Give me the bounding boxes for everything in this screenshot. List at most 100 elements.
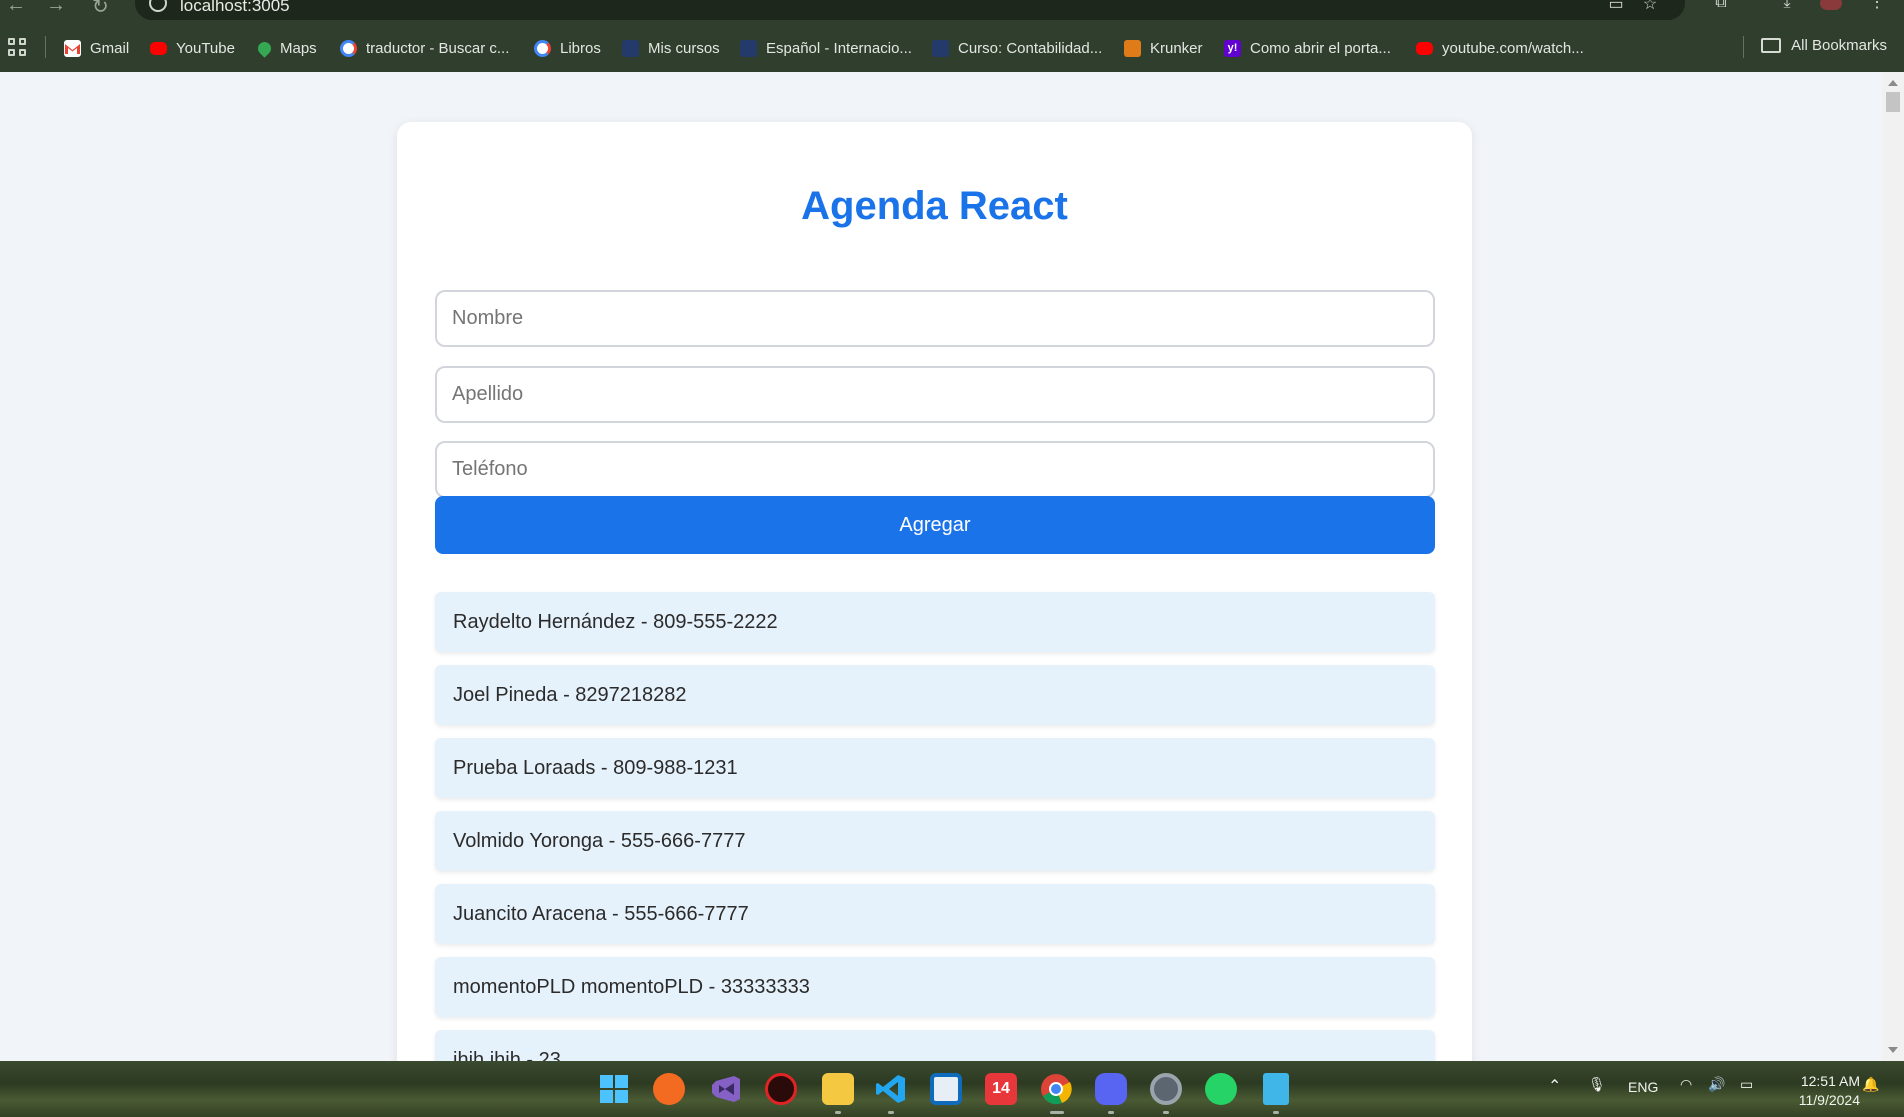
- bookmark-label: traductor - Buscar c...: [366, 39, 510, 57]
- windows-taskbar: 14 ⌃ 🎙 ENG ◠ 🔊 ▭ 12:51 AM 11/9/2024 🔔: [0, 1061, 1904, 1117]
- bookmark-maps[interactable]: Maps: [255, 37, 317, 59]
- notepad-icon[interactable]: [1263, 1073, 1289, 1105]
- course-site-icon: [740, 39, 757, 57]
- bookmark-label: Krunker: [1150, 39, 1203, 57]
- scroll-down-arrow-icon[interactable]: [1888, 1047, 1898, 1053]
- volume-icon[interactable]: 🔊: [1708, 1076, 1725, 1093]
- notification-bell-icon[interactable]: 🔔: [1862, 1076, 1879, 1093]
- bookmark-krunker[interactable]: Krunker: [1124, 37, 1203, 59]
- discord-icon[interactable]: [1095, 1073, 1127, 1105]
- page-scrollbar[interactable]: [1882, 72, 1904, 1061]
- bookmark-label: YouTube: [176, 39, 235, 57]
- agregar-button[interactable]: Agregar: [435, 496, 1435, 554]
- all-bookmarks-label: All Bookmarks: [1791, 37, 1887, 54]
- contact-item: momentoPLD momentoPLD - 33333333: [435, 957, 1435, 1017]
- scroll-thumb[interactable]: [1886, 92, 1900, 112]
- active-indicator: [1050, 1111, 1064, 1114]
- brave-icon[interactable]: [653, 1073, 685, 1105]
- chevron-up-icon[interactable]: ⌃: [1548, 1076, 1561, 1096]
- running-indicator: [1108, 1111, 1114, 1114]
- google-icon: [534, 39, 551, 57]
- bookmark-label: Curso: Contabilidad...: [958, 39, 1103, 57]
- chrome-icon[interactable]: [1040, 1073, 1072, 1105]
- running-indicator: [1163, 1111, 1169, 1114]
- telefono-input[interactable]: [435, 441, 1435, 498]
- visual-studio-icon[interactable]: [710, 1073, 742, 1105]
- back-icon[interactable]: ←: [6, 0, 26, 17]
- site-info-icon[interactable]: [149, 0, 167, 12]
- store-icon[interactable]: [930, 1073, 962, 1105]
- folder-icon: [1761, 38, 1782, 53]
- calendar-badge-icon[interactable]: 14: [985, 1073, 1017, 1105]
- install-app-icon[interactable]: ▭: [1605, 0, 1627, 13]
- bookmark-label: Gmail: [90, 39, 130, 57]
- extensions-icon[interactable]: ⧉: [1710, 0, 1732, 11]
- course-site-icon: [932, 39, 949, 57]
- bookmark-label: Libros: [560, 39, 601, 57]
- bookmark-libros[interactable]: Libros: [534, 37, 601, 59]
- bookmark-label: Mis cursos: [648, 39, 720, 57]
- bookmark-yahoo[interactable]: y! Como abrir el porta...: [1224, 37, 1391, 59]
- gmail-icon: [64, 39, 81, 57]
- bookmarks-divider: [1743, 36, 1744, 58]
- bookmark-youtube-watch[interactable]: youtube.com/watch...: [1416, 37, 1584, 59]
- nombre-input[interactable]: [435, 290, 1435, 347]
- contact-item: Juancito Aracena - 555-666-7777: [435, 884, 1435, 944]
- bookmark-label: Maps: [280, 39, 317, 57]
- page-title: Agenda React: [801, 184, 1068, 228]
- bookmarks-divider: [45, 36, 46, 58]
- clock-time: 12:51 AM: [1800, 1073, 1860, 1089]
- windows-start-icon[interactable]: [598, 1073, 630, 1105]
- vscode-icon[interactable]: [875, 1073, 907, 1105]
- reload-icon[interactable]: ↻: [92, 0, 109, 19]
- contact-item: ihih ihih - 23: [435, 1030, 1435, 1061]
- youtube-icon: [1416, 41, 1433, 55]
- scroll-up-arrow-icon[interactable]: [1888, 80, 1898, 86]
- running-indicator: [888, 1111, 894, 1114]
- system-clock[interactable]: 12:51 AM 11/9/2024: [1776, 1072, 1860, 1110]
- apps-grid-icon[interactable]: [8, 38, 28, 58]
- maps-pin-icon: [255, 38, 274, 58]
- file-explorer-icon[interactable]: [822, 1073, 854, 1105]
- browser-toolbar: ← → ↻ localhost:3005 ▭ ☆ ⧉ ⤓ ⋮: [0, 0, 1904, 24]
- wifi-icon[interactable]: ◠: [1680, 1076, 1692, 1093]
- contact-item: Prueba Loraads - 809-988-1231: [435, 738, 1435, 798]
- bookmark-gmail[interactable]: Gmail: [64, 37, 129, 59]
- address-text[interactable]: localhost:3005: [180, 0, 290, 16]
- contact-item: Volmido Yoronga - 555-666-7777: [435, 811, 1435, 871]
- bookmark-traductor[interactable]: traductor - Buscar c...: [340, 37, 509, 59]
- contact-item: Raydelto Hernández - 809-555-2222: [435, 592, 1435, 652]
- battery-icon[interactable]: ▭: [1740, 1076, 1753, 1093]
- clock-date: 11/9/2024: [1798, 1092, 1860, 1108]
- settings-icon[interactable]: [1150, 1073, 1182, 1105]
- page-viewport: Agenda React Agregar Raydelto Hernández …: [0, 72, 1882, 1061]
- bookmark-espanol[interactable]: Español - Internacio...: [740, 37, 912, 59]
- agenda-card: Agenda React Agregar Raydelto Hernández …: [397, 122, 1472, 1061]
- bookmark-label: Como abrir el porta...: [1250, 39, 1391, 57]
- language-indicator[interactable]: ENG: [1628, 1079, 1658, 1095]
- running-indicator: [835, 1111, 841, 1114]
- bookmark-star-icon[interactable]: ☆: [1639, 0, 1661, 13]
- apellido-input[interactable]: [435, 366, 1435, 423]
- krunker-icon: [1124, 39, 1141, 57]
- course-site-icon: [622, 39, 639, 57]
- menu-icon[interactable]: ⋮: [1866, 0, 1888, 11]
- profile-avatar[interactable]: [1820, 0, 1842, 10]
- google-icon: [340, 39, 357, 57]
- yahoo-icon: y!: [1224, 39, 1241, 57]
- whatsapp-icon[interactable]: [1205, 1073, 1237, 1105]
- bookmark-label: Español - Internacio...: [766, 39, 912, 57]
- contact-item: Joel Pineda - 8297218282: [435, 665, 1435, 725]
- youtube-icon: [150, 41, 167, 55]
- bookmark-mis-cursos[interactable]: Mis cursos: [622, 37, 720, 59]
- bookmark-label: youtube.com/watch...: [1442, 39, 1584, 57]
- downloads-icon[interactable]: ⤓: [1776, 0, 1798, 11]
- red-app-icon[interactable]: [765, 1073, 797, 1105]
- bookmark-curso-contabilidad[interactable]: Curso: Contabilidad...: [932, 37, 1102, 59]
- all-bookmarks-button[interactable]: All Bookmarks: [1761, 37, 1887, 54]
- forward-icon[interactable]: →: [46, 0, 66, 17]
- address-bar[interactable]: localhost:3005 ▭ ☆: [135, 0, 1685, 20]
- microphone-icon[interactable]: 🎙: [1588, 1076, 1606, 1093]
- running-indicator: [1273, 1111, 1279, 1114]
- bookmark-youtube[interactable]: YouTube: [150, 37, 235, 59]
